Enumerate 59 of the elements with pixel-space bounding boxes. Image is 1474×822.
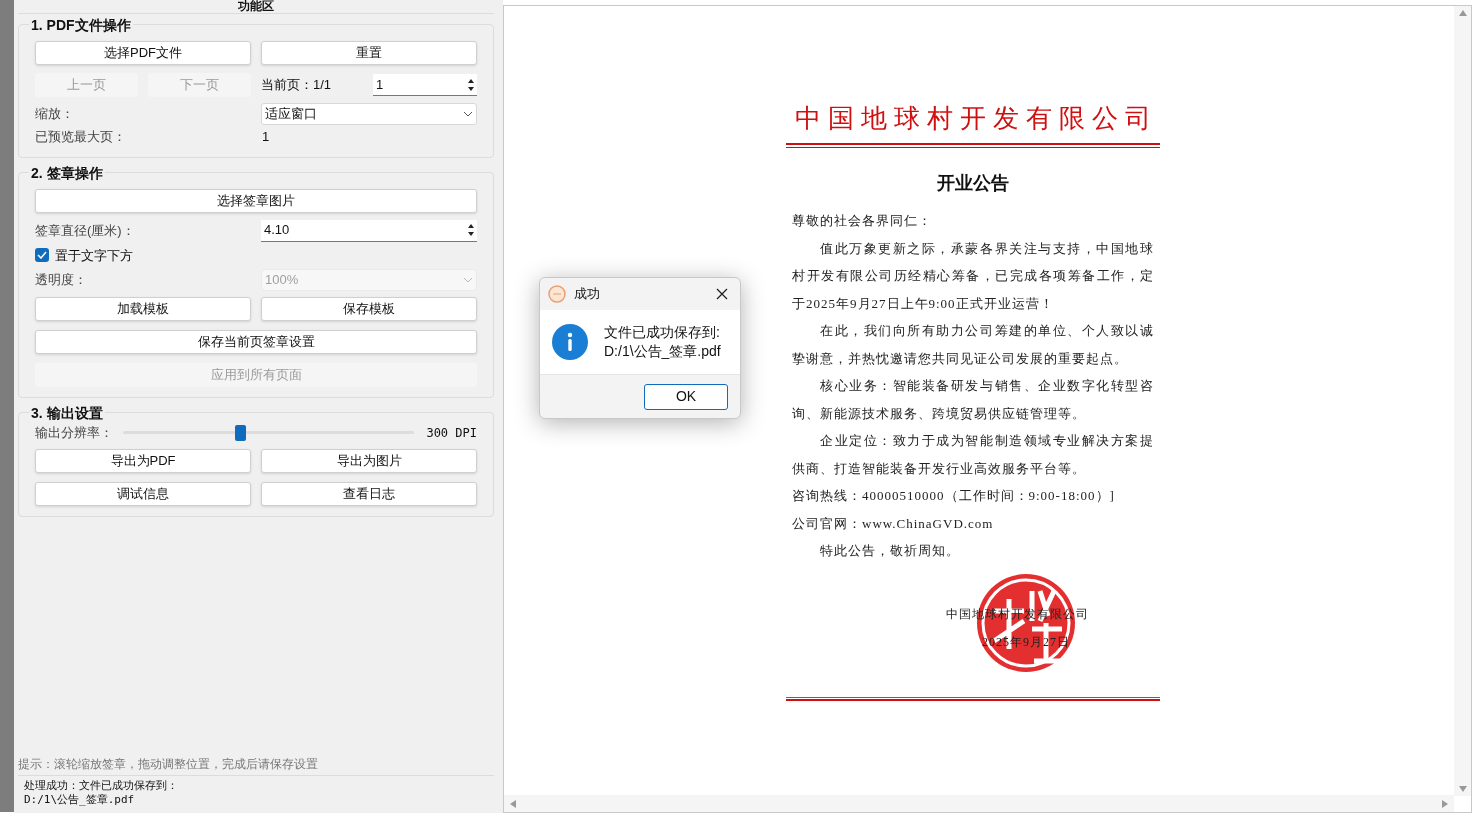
scroll-right-icon[interactable]	[1442, 799, 1448, 808]
status-text: 处理成功：文件已成功保存到：	[24, 779, 179, 793]
spin-arrows-icon[interactable]	[467, 223, 475, 237]
export-pdf-button[interactable]: 导出为PDF	[35, 448, 251, 473]
max-page-label: 已预览最大页：	[35, 128, 127, 146]
resolution-label: 输出分辨率：	[35, 424, 114, 442]
ok-button[interactable]: OK	[644, 383, 728, 410]
dialog-message: D:/1\公告_签章.pdf	[604, 342, 721, 361]
current-page-label: 当前页：1/1	[261, 76, 333, 95]
scroll-down-icon[interactable]	[1458, 786, 1467, 792]
document-paragraph: 特此公告，敬祈周知。	[819, 542, 961, 560]
close-icon[interactable]	[716, 288, 728, 300]
diameter-spinbox[interactable]: 4.10	[261, 219, 477, 242]
section-title: 2. 签章操作	[29, 162, 105, 184]
export-image-button[interactable]: 导出为图片	[261, 448, 477, 473]
horizontal-scrollbar[interactable]	[504, 795, 1454, 812]
document-paragraph: 企业定位：致力于成为智能制造领域专业解决方案提供商、打造智能装备开发行业高效服务平台等。	[792, 432, 1154, 478]
debug-info-button[interactable]: 调试信息	[35, 481, 251, 506]
document-paragraph: 值此万象更新之际，承蒙各界关注与支持，中国地球村开发有限公司历经精心筹备，已完成各项筹备工作，定于2025年9月27日上午9:00正式开业运营！	[792, 239, 1154, 313]
view-log-button[interactable]: 查看日志	[261, 481, 477, 506]
choose-stamp-image-button[interactable]: 选择签章图片	[35, 188, 477, 213]
document-paragraph: 核心业务：智能装备研发与销售、企业数字化转型咨询、新能源技术服务、跨境贸易供应链管理等。	[792, 377, 1154, 423]
document-title: 开业公告	[936, 172, 1010, 195]
document-paragraph: 咨询热线：40000510000（工作时间：9:00-18:00）]	[792, 487, 1116, 505]
save-page-stamp-button[interactable]: 保存当前页签章设置	[35, 330, 477, 354]
zoom-dropdown[interactable]: 适应窗口	[261, 103, 477, 125]
document-paragraph: 公司官网：www.ChinaGVD.com	[792, 514, 995, 533]
dialog-title: 成功	[574, 285, 601, 304]
vertical-scrollbar[interactable]	[1454, 6, 1471, 796]
company-header: 中国地球村开发有限公司	[794, 103, 1159, 135]
checkbox[interactable]	[35, 248, 49, 263]
document-paragraph: 在此，我们向所有助力公司筹建的单位、个人致以诚挚谢意，并热忱邀请您共同见证公司发展的重要起点。	[792, 322, 1154, 368]
save-template-button[interactable]: 保存模板	[261, 297, 477, 321]
reset-button[interactable]: 重置	[261, 41, 477, 65]
zoom-label: 缩放：	[35, 105, 75, 124]
chevron-down-icon	[463, 111, 473, 117]
hint-text: 提示：滚轮缩放签章，拖动调整位置，完成后请保存设置	[18, 756, 319, 773]
status-text: D:/1\公告_签章.pdf	[24, 793, 136, 807]
section-title: 1. PDF文件操作	[29, 15, 133, 36]
scroll-left-icon[interactable]	[510, 799, 516, 808]
info-icon	[552, 324, 588, 360]
dialog-message: 文件已成功保存到:	[604, 323, 721, 342]
max-page-value: 1	[261, 128, 271, 146]
resolution-slider[interactable]	[123, 424, 415, 441]
spin-arrows-icon[interactable]	[467, 77, 475, 92]
scroll-up-icon[interactable]	[1458, 10, 1467, 16]
page-spinbox[interactable]: 1	[373, 74, 477, 96]
section-title: 3. 输出设置	[29, 403, 105, 424]
opacity-label: 透明度：	[35, 271, 88, 290]
document-paragraph: 尊敬的社会各界同仁：	[792, 212, 933, 230]
select-pdf-button[interactable]: 选择PDF文件	[35, 41, 251, 65]
load-template-button[interactable]: 加载模板	[35, 297, 251, 321]
slider-thumb[interactable]	[234, 424, 246, 441]
diameter-label: 签章直径(厘米)：	[35, 221, 136, 240]
chevron-down-icon	[463, 277, 473, 283]
resolution-value: 300 DPI	[426, 424, 477, 442]
app-logo-icon	[548, 285, 566, 303]
checkbox-label: 置于文字下方	[55, 246, 133, 265]
panel-title: 功能区	[238, 0, 274, 13]
